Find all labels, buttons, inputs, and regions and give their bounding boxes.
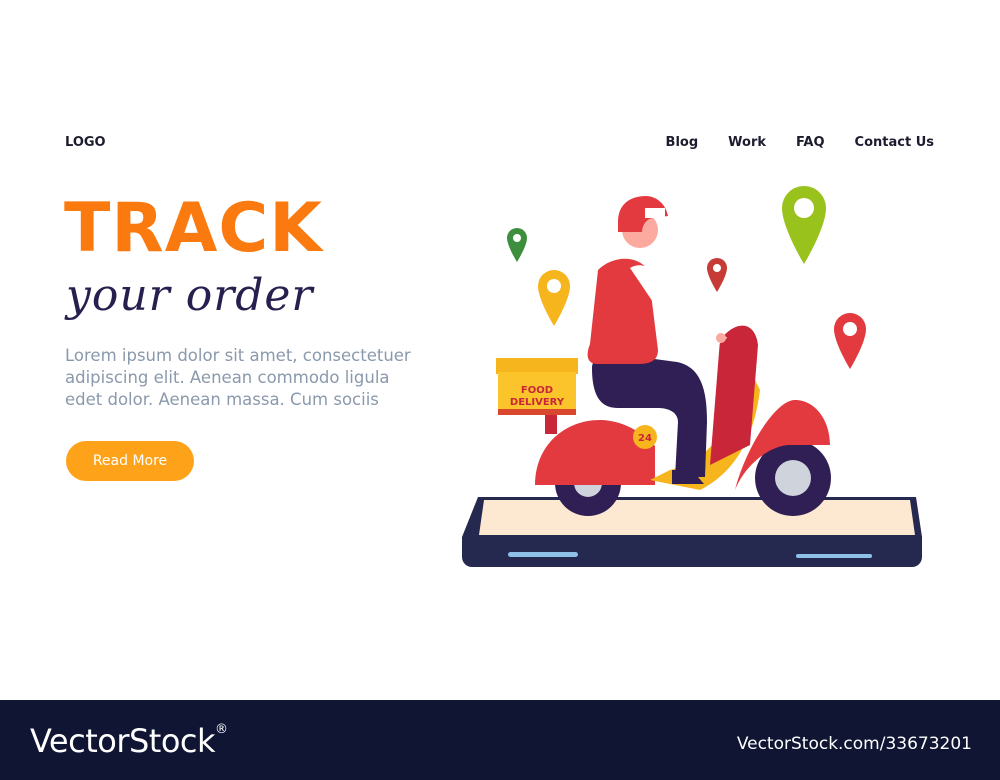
location-pin-icon [507,228,527,262]
location-pin-icon [538,270,570,326]
box-label-food: FOOD [521,385,553,396]
hero-body-text: Lorem ipsum dolor sit amet, consectetuer… [65,346,411,409]
main-nav: Blog Work FAQ Contact Us [666,135,934,150]
box-label-delivery: DELIVERY [510,397,565,408]
nav-link-blog[interactable]: Blog [666,135,699,150]
hero-headline: TRACK [64,189,323,268]
delivery-illustration: 24 FOOD DELIVERY [462,186,922,567]
nav-link-contact[interactable]: Contact Us [855,135,934,150]
watermark-brand-text: VectorStock [30,722,216,760]
location-pin-icon [707,258,727,292]
hero-subheadline: your order [66,270,314,321]
landing-page: LOGO Blog Work FAQ Contact Us TRACK your… [0,0,1000,700]
nav-link-work[interactable]: Work [728,135,766,150]
watermark-id: VectorStock.com/33673201 [736,734,972,754]
logo[interactable]: LOGO [65,135,106,150]
watermark-brand: VectorStock® [30,722,228,760]
read-more-button[interactable]: Read More [66,441,194,481]
food-delivery-box: FOOD DELIVERY [496,358,578,415]
registered-mark: ® [215,722,228,737]
smartphone [462,497,922,567]
location-pin-icon [834,313,866,369]
scooter-number: 24 [638,433,652,444]
nav-link-faq[interactable]: FAQ [796,135,825,150]
location-pin-icon [782,186,826,264]
